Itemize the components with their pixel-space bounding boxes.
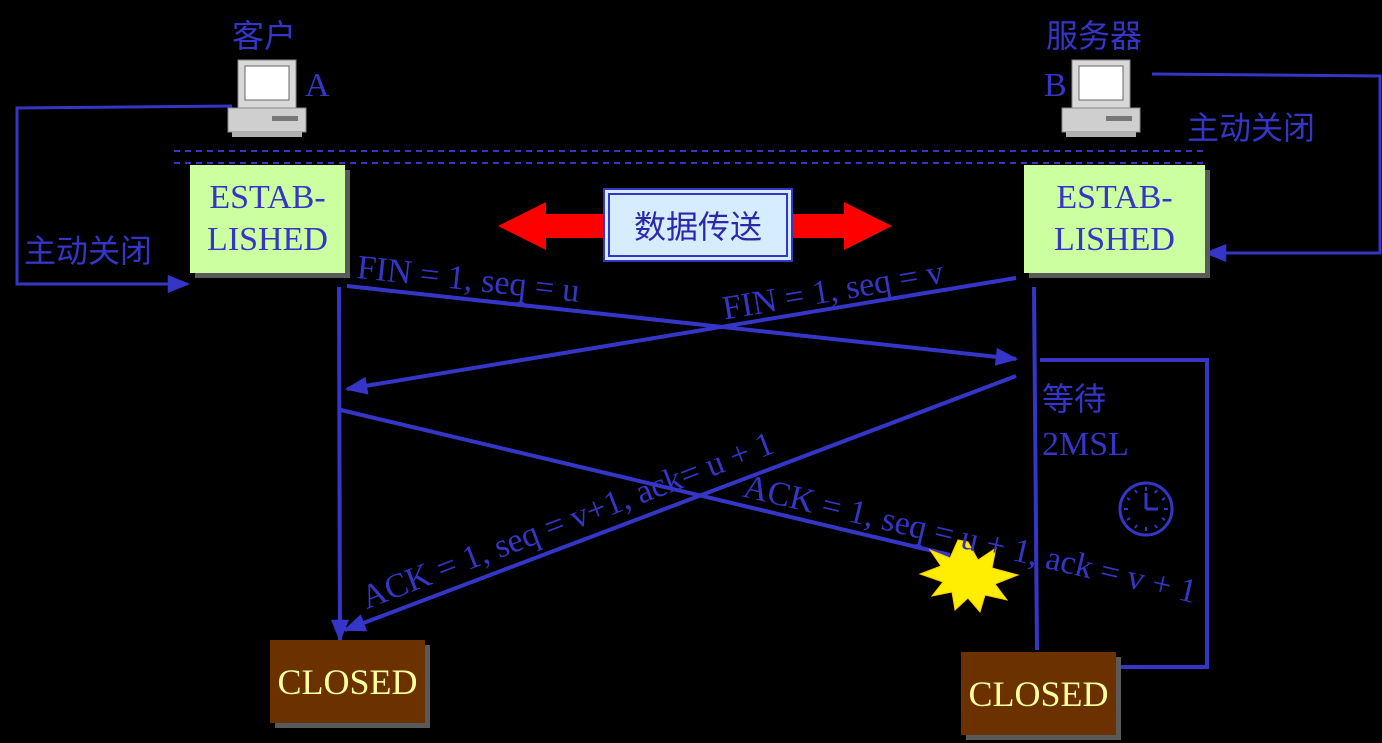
data-transfer-label: 数据传送: [633, 208, 762, 246]
transfer-arrow-right: [789, 202, 892, 250]
client-active-close-label: 主动关闭: [24, 232, 153, 270]
computer-icon: [227, 59, 307, 137]
server-closed-label: CLOSED: [968, 673, 1109, 714]
ack-to-client-arrow: [342, 374, 1017, 632]
client-state-line1: ESTAB-: [209, 178, 326, 216]
wait-2msl-label: 2MSL: [1042, 426, 1129, 463]
data-transfer-box: 数据传送: [603, 188, 793, 262]
server-closed-box: CLOSED: [961, 652, 1116, 735]
server-title: 服务器: [1046, 17, 1143, 55]
diagram-canvas: [15, 59, 1382, 676]
clock-icon: [1118, 481, 1174, 537]
wait-label: 等待: [1042, 380, 1107, 418]
client-closed-label: CLOSED: [277, 661, 418, 702]
client-title: 客户: [232, 17, 297, 55]
transfer-arrow-left: [498, 202, 603, 250]
server-letter: B: [1044, 67, 1067, 104]
server-active-close-label: 主动关闭: [1187, 109, 1316, 147]
client-letter: A: [305, 67, 330, 104]
client-state-box: ESTAB- LISHED: [190, 165, 345, 273]
server-state-line2: LISHED: [1054, 221, 1175, 258]
client-timeline: [330, 286, 349, 643]
server-timeline: [1032, 286, 1039, 651]
fin-client-arrow: [346, 284, 1019, 366]
client-closed-box: CLOSED: [270, 640, 425, 723]
client-state-line2: LISHED: [207, 221, 328, 258]
computer-icon: [1061, 59, 1141, 137]
server-state-line1: ESTAB-: [1056, 178, 1173, 216]
server-state-box: ESTAB- LISHED: [1024, 165, 1205, 273]
